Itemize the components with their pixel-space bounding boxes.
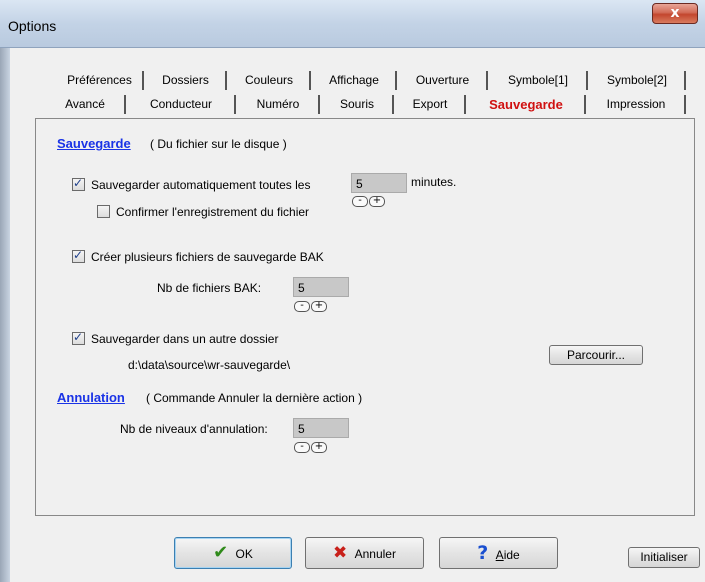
tab-symbole-1[interactable]: Symbole[1] <box>490 71 588 90</box>
tab-symbole-2[interactable]: Symbole[2] <box>590 71 686 90</box>
close-icon: x <box>670 5 680 21</box>
other-folder-label: Sauvegarder dans un autre dossier <box>91 332 279 346</box>
tab-conducteur[interactable]: Conducteur <box>128 95 236 114</box>
minutes-label: minutes. <box>411 175 457 189</box>
annulation-description: ( Commande Annuler la dernière action ) <box>146 391 363 405</box>
tab-dossiers[interactable]: Dossiers <box>146 71 227 90</box>
tab-couleurs[interactable]: Couleurs <box>229 71 311 90</box>
help-label: Aide <box>495 548 520 562</box>
auto-save-decrement-button[interactable]: - <box>352 196 368 207</box>
tab-export[interactable]: Export <box>396 95 466 114</box>
question-icon: ? <box>477 542 489 564</box>
undo-levels-decrement-button[interactable]: - <box>294 442 310 453</box>
options-window: Options x Préférences Dossiers Couleurs … <box>0 0 705 582</box>
bak-count-input[interactable]: 5 <box>293 277 349 297</box>
bak-files-checkbox[interactable] <box>72 248 85 263</box>
confirm-save-checkbox[interactable] <box>97 205 110 218</box>
undo-levels-input[interactable]: 5 <box>293 418 349 438</box>
ok-button[interactable]: ✔ OK <box>174 537 292 569</box>
window-left-border <box>0 48 10 582</box>
auto-save-increment-button[interactable]: + <box>369 196 385 207</box>
sauvegarde-description: ( Du fichier sur le disque ) <box>150 137 287 151</box>
tab-sauvegarde[interactable]: Sauvegarde <box>468 95 586 114</box>
tab-impression[interactable]: Impression <box>588 95 686 114</box>
sauvegarde-heading-link[interactable]: Sauvegarde <box>57 136 131 151</box>
tab-souris[interactable]: Souris <box>322 95 394 114</box>
browse-button[interactable]: Parcourir... <box>549 345 643 365</box>
help-button[interactable]: ? Aide <box>439 537 558 569</box>
tab-ouverture[interactable]: Ouverture <box>399 71 488 90</box>
confirm-save-label: Confirmer l'enregistrement du fichier <box>116 205 310 219</box>
backup-folder-path: d:\data\source\wr-sauvegarde\ <box>128 358 291 372</box>
undo-levels-increment-button[interactable]: + <box>311 442 327 453</box>
tab-avance[interactable]: Avancé <box>46 95 126 114</box>
bak-files-label: Créer plusieurs fichiers de sauvegarde B… <box>91 250 324 264</box>
reset-button[interactable]: Initialiser <box>628 547 700 568</box>
tab-numero[interactable]: Numéro <box>238 95 320 114</box>
undo-levels-label: Nb de niveaux d'annulation: <box>120 422 268 436</box>
auto-save-checkbox[interactable] <box>72 176 85 191</box>
window-title: Options <box>8 18 57 34</box>
annulation-heading-link[interactable]: Annulation <box>57 390 125 405</box>
tab-affichage[interactable]: Affichage <box>313 71 397 90</box>
ok-label: OK <box>235 547 253 561</box>
auto-save-minutes-input[interactable]: 5 <box>351 173 407 193</box>
bak-count-decrement-button[interactable]: - <box>294 301 310 312</box>
title-bar[interactable]: Options x <box>0 0 705 48</box>
cancel-button[interactable]: ✖ Annuler <box>305 537 424 569</box>
tab-preferences[interactable]: Préférences <box>57 71 144 90</box>
cancel-label: Annuler <box>354 547 396 561</box>
bak-count-increment-button[interactable]: + <box>311 301 327 312</box>
other-folder-checkbox[interactable] <box>72 330 85 345</box>
x-icon: ✖ <box>333 543 348 563</box>
auto-save-label: Sauvegarder automatiquement toutes les <box>91 178 311 192</box>
checkmark-icon: ✔ <box>213 542 229 563</box>
bak-count-label: Nb de fichiers BAK: <box>157 281 262 295</box>
close-button[interactable]: x <box>652 3 698 24</box>
